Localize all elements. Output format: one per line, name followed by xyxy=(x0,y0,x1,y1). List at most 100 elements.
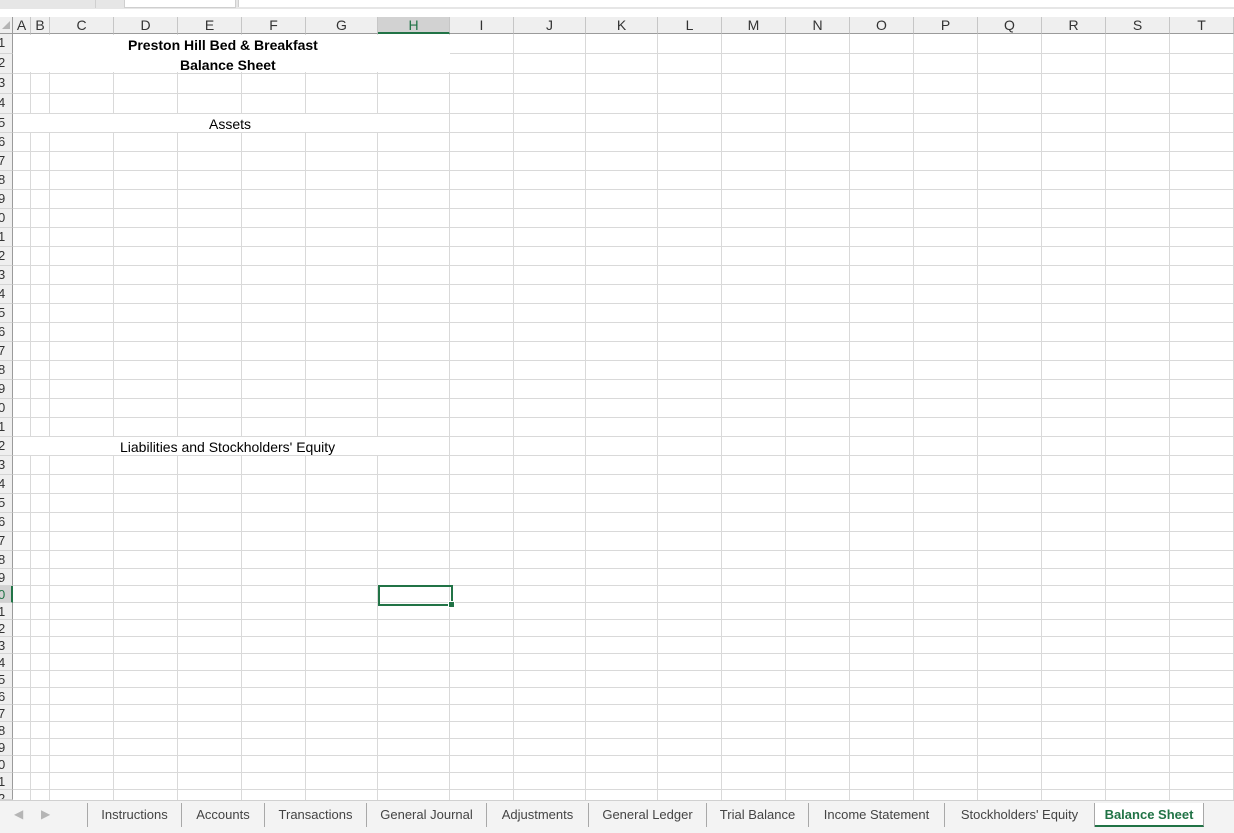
column-header-l[interactable]: L xyxy=(658,17,722,34)
row-header-14[interactable]: 4 xyxy=(0,285,13,304)
row-header-1[interactable]: 1 xyxy=(0,34,13,54)
gridline-horizontal xyxy=(13,341,1234,342)
row-number: 0 xyxy=(0,587,5,602)
column-header-r[interactable]: R xyxy=(1042,17,1106,34)
row-header-15[interactable]: 5 xyxy=(0,304,13,323)
row-header-26[interactable]: 6 xyxy=(0,513,13,532)
column-header-o[interactable]: O xyxy=(850,17,914,34)
row-number: 8 xyxy=(0,362,5,377)
column-header-p[interactable]: P xyxy=(914,17,978,34)
row-header-36[interactable]: 6 xyxy=(0,688,13,705)
column-header-f[interactable]: F xyxy=(242,17,306,34)
row-header-5[interactable]: 5 xyxy=(0,114,13,133)
row-header-10[interactable]: 0 xyxy=(0,209,13,228)
sheet-tab-general-journal[interactable]: General Journal xyxy=(367,803,487,827)
sheet-tab-transactions[interactable]: Transactions xyxy=(265,803,367,827)
row-number: 1 xyxy=(0,35,5,50)
gridline-horizontal xyxy=(13,227,1234,228)
row-header-16[interactable]: 6 xyxy=(0,323,13,342)
row-header-35[interactable]: 5 xyxy=(0,671,13,688)
row-header-7[interactable]: 7 xyxy=(0,152,13,171)
select-all-corner[interactable] xyxy=(0,17,13,34)
liabilities-heading[interactable]: Liabilities and Stockholders' Equity xyxy=(120,438,335,456)
column-header-m[interactable]: M xyxy=(722,17,786,34)
select-all-triangle-icon xyxy=(2,21,10,29)
sheet-tab-income-statement[interactable]: Income Statement xyxy=(809,803,945,827)
company-title[interactable]: Preston Hill Bed & Breakfast xyxy=(128,36,318,54)
active-cell-h30[interactable] xyxy=(378,585,453,606)
row-number: 4 xyxy=(0,95,5,110)
chevron-left-icon[interactable]: ◀ xyxy=(14,807,23,821)
row-header-31[interactable]: 1 xyxy=(0,603,13,620)
sheet-tab-trial-balance[interactable]: Trial Balance xyxy=(707,803,809,827)
row-header-27[interactable]: 7 xyxy=(0,532,13,551)
sheet-tab-instructions[interactable]: Instructions xyxy=(87,803,182,827)
row-header-22[interactable]: 2 xyxy=(0,437,13,456)
column-header-j[interactable]: J xyxy=(514,17,586,34)
column-header-g[interactable]: G xyxy=(306,17,378,34)
column-header-h[interactable]: H xyxy=(378,17,450,34)
row-header-2[interactable]: 2 xyxy=(0,54,13,74)
row-number: 2 xyxy=(0,621,5,636)
column-header-b[interactable]: B xyxy=(31,17,50,34)
row-header-25[interactable]: 5 xyxy=(0,494,13,513)
row-header-13[interactable]: 3 xyxy=(0,266,13,285)
row-header-12[interactable]: 2 xyxy=(0,247,13,266)
column-header-t[interactable]: T xyxy=(1170,17,1234,34)
row-header-28[interactable]: 8 xyxy=(0,551,13,569)
column-header-d[interactable]: D xyxy=(114,17,178,34)
row-header-41[interactable]: 1 xyxy=(0,773,13,790)
row-number: 7 xyxy=(0,706,5,721)
row-header-20[interactable]: 0 xyxy=(0,399,13,418)
row-header-32[interactable]: 2 xyxy=(0,620,13,637)
assets-heading[interactable]: Assets xyxy=(209,115,251,133)
row-header-38[interactable]: 8 xyxy=(0,722,13,739)
row-header-33[interactable]: 3 xyxy=(0,637,13,654)
sheet-tab-accounts[interactable]: Accounts xyxy=(182,803,265,827)
cell-grid[interactable]: Preston Hill Bed & Breakfast Balance She… xyxy=(13,34,1234,800)
gridline-horizontal xyxy=(13,789,1234,790)
row-number: 2 xyxy=(0,55,5,70)
row-header-9[interactable]: 9 xyxy=(0,190,13,209)
fill-handle[interactable] xyxy=(448,601,455,608)
chevron-right-icon[interactable]: ▶ xyxy=(41,807,50,821)
row-number: 1 xyxy=(0,774,5,789)
sheet-tab-balance-sheet[interactable]: Balance Sheet xyxy=(1095,803,1204,827)
column-header-q[interactable]: Q xyxy=(978,17,1042,34)
row-header-18[interactable]: 8 xyxy=(0,361,13,380)
ribbon-edge xyxy=(0,0,1234,9)
row-number: 2 xyxy=(0,248,5,263)
row-number: 8 xyxy=(0,172,5,187)
row-header-39[interactable]: 9 xyxy=(0,739,13,756)
column-header-s[interactable]: S xyxy=(1106,17,1170,34)
row-header-23[interactable]: 3 xyxy=(0,456,13,475)
row-header-24[interactable]: 4 xyxy=(0,475,13,494)
sheet-subtitle[interactable]: Balance Sheet xyxy=(180,56,276,74)
column-header-k[interactable]: K xyxy=(586,17,658,34)
row-header-11[interactable]: 1 xyxy=(0,228,13,247)
row-header-3[interactable]: 3 xyxy=(0,74,13,94)
column-header-i[interactable]: I xyxy=(450,17,514,34)
column-header-c[interactable]: C xyxy=(50,17,114,34)
ribbon-segment xyxy=(0,0,96,8)
row-header-4[interactable]: 4 xyxy=(0,94,13,114)
sheet-tab-general-ledger[interactable]: General Ledger xyxy=(589,803,707,827)
sheet-tab-adjustments[interactable]: Adjustments xyxy=(487,803,589,827)
row-header-37[interactable]: 7 xyxy=(0,705,13,722)
row-header-6[interactable]: 6 xyxy=(0,133,13,152)
row-header-21[interactable]: 1 xyxy=(0,418,13,437)
row-header-8[interactable]: 8 xyxy=(0,171,13,190)
sheet-tab-stockholders-equity[interactable]: Stockholders' Equity xyxy=(945,803,1095,827)
column-header-e[interactable]: E xyxy=(178,17,242,34)
gridline-horizontal xyxy=(13,755,1234,756)
row-header-42[interactable]: 2 xyxy=(0,790,13,800)
gridline-horizontal xyxy=(13,284,1234,285)
row-header-17[interactable]: 7 xyxy=(0,342,13,361)
row-header-40[interactable]: 0 xyxy=(0,756,13,773)
row-header-30[interactable]: 0 xyxy=(0,586,13,603)
row-header-19[interactable]: 9 xyxy=(0,380,13,399)
column-header-a[interactable]: A xyxy=(13,17,31,34)
row-header-34[interactable]: 4 xyxy=(0,654,13,671)
row-header-29[interactable]: 9 xyxy=(0,569,13,586)
column-header-n[interactable]: N xyxy=(786,17,850,34)
